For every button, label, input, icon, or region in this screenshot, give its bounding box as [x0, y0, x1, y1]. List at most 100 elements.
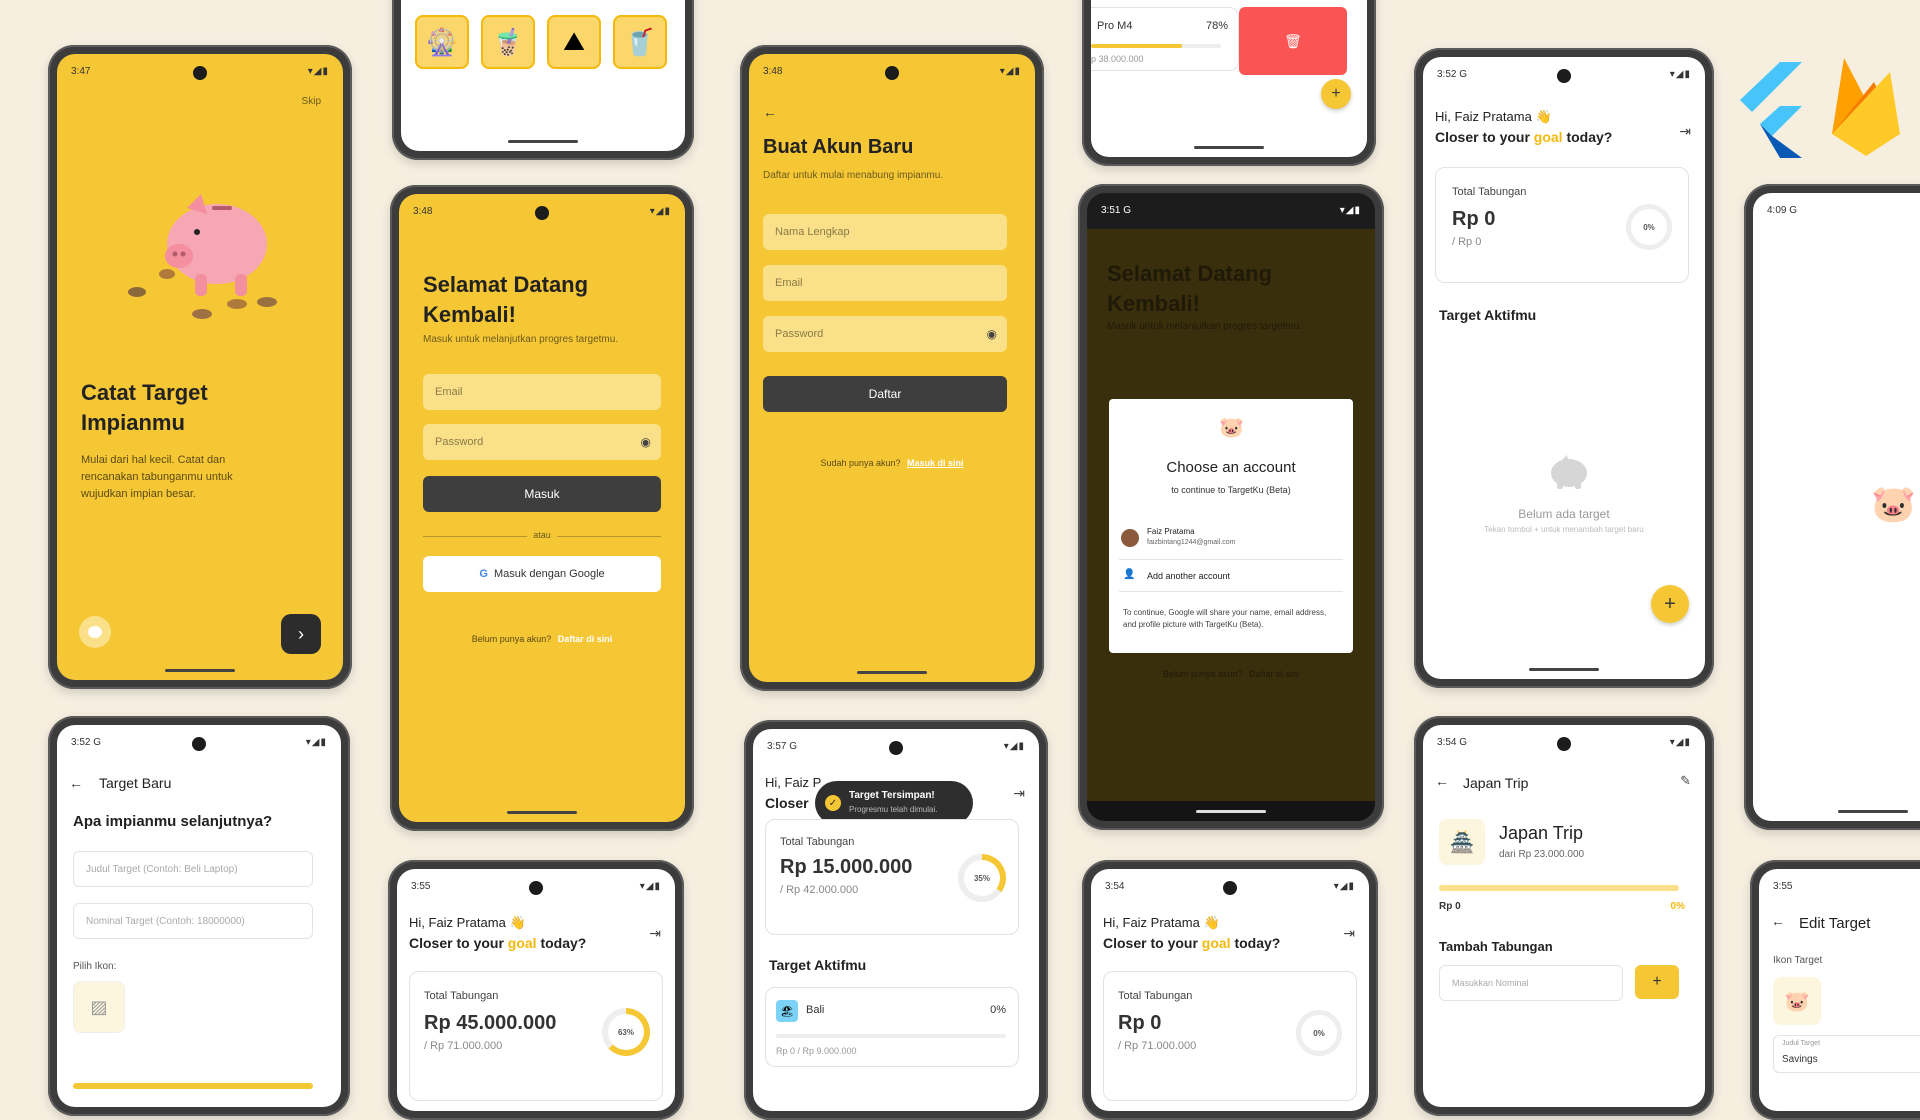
target-icon[interactable]: 🐷	[1773, 977, 1821, 1025]
phone-splash-partial: 4:09 G 🐷	[1744, 184, 1920, 830]
wave-icon: 👋	[1535, 109, 1552, 124]
account-chooser-dialog: 🐷 Choose an account to continue to Targe…	[1109, 399, 1353, 653]
home-indicator	[507, 811, 577, 814]
question-goal: goal	[1201, 935, 1231, 951]
next-button[interactable]: ›	[281, 614, 321, 654]
status-icons: ▾◢▮	[1339, 204, 1361, 216]
back-arrow-icon[interactable]: ←	[1771, 913, 1785, 929]
add-target-fab[interactable]: +	[1321, 79, 1351, 109]
empty-title: Belum ada target	[1518, 507, 1610, 521]
app-logo-icon	[79, 616, 111, 648]
phone-icon-picker-partial: 🎡 🧋 ⛰ 🥤	[392, 0, 694, 160]
onboarding-title-line1: Catat Target	[81, 380, 208, 405]
edit-pencil-icon[interactable]: ✎	[1680, 773, 1691, 789]
target-from: dari Rp 23.000.000	[1499, 849, 1585, 860]
skip-link[interactable]: Skip	[302, 96, 321, 107]
status-time: 3:57 G	[767, 740, 798, 752]
login-link[interactable]: Masuk di sini	[907, 458, 964, 468]
question-post: today?	[1562, 129, 1613, 145]
target-card-partial[interactable]: Pro M4 78% p 38.000.000	[1091, 7, 1239, 71]
name-input[interactable]: Nama Lengkap	[763, 214, 1007, 250]
toast-title: Target Tersimpan!	[849, 790, 935, 801]
add-account-label: Add another account	[1147, 571, 1231, 581]
back-arrow-icon[interactable]: ←	[763, 104, 777, 120]
target-progress-bar	[776, 1034, 1006, 1038]
account-item[interactable]: Faiz Pratama faizbintang1244@gmail.com	[1119, 523, 1343, 560]
status-icons: ▾◢▮	[999, 65, 1021, 77]
eye-icon[interactable]: ◉	[641, 435, 651, 449]
milkshake-icon[interactable]: 🥤	[613, 15, 667, 69]
status-time: 3:52 G	[1437, 68, 1468, 80]
or-divider: atau	[423, 530, 661, 542]
phone-account-chooser: 3:51 G ▾◢▮ Selamat Datang Kembali! Masuk …	[1078, 184, 1384, 830]
mountain-icon[interactable]: ⛰	[547, 15, 601, 69]
phone-delete-partial: Pro M4 78% p 38.000.000 🗑 +	[1082, 0, 1376, 166]
logout-icon[interactable]: ⇥	[1679, 123, 1691, 140]
logout-icon[interactable]: ⇥	[649, 925, 661, 942]
add-image-icon[interactable]: ▨	[73, 981, 125, 1033]
piggy-bank-icon	[1547, 453, 1591, 501]
logout-icon[interactable]: ⇥	[1343, 925, 1355, 942]
add-account-item[interactable]: 👤 Add another account	[1119, 563, 1343, 592]
google-login-button[interactable]: G Masuk dengan Google	[423, 556, 661, 592]
phone-new-target: 3:52 G ▾◢▮ ← Target Baru Apa impianmu sel…	[48, 716, 350, 1116]
beach-icon: 🏖	[776, 1000, 798, 1022]
password-input[interactable]: Password ◉	[423, 424, 661, 460]
phone-onboarding: 3:47 ▾◢▮ Skip Catat Target Impianmu Mula…	[48, 45, 352, 689]
password-placeholder: Password	[775, 328, 824, 340]
target-title: Japan Trip	[1499, 823, 1584, 843]
phone-edit-target: 3:55 ← Edit Target Ikon Target 🐷 Judul T…	[1750, 860, 1920, 1120]
back-arrow-icon[interactable]: ←	[69, 775, 83, 791]
email-input[interactable]: Email	[423, 374, 661, 410]
savings-card: Total Tabungan Rp 15.000.000 / Rp 42.000…	[765, 819, 1019, 935]
email-input[interactable]: Email	[763, 265, 1007, 301]
target-card-bali[interactable]: 🏖 Bali 0% Rp 0 / Rp 9.000.000	[765, 987, 1019, 1067]
status-time: 3:51 G	[1101, 204, 1132, 216]
eye-icon[interactable]: ◉	[987, 327, 997, 341]
chooser-title: Choose an account	[1166, 459, 1296, 476]
or-text: atau	[527, 530, 557, 540]
target-progress-bar	[1439, 885, 1679, 891]
question-goal: goal	[1533, 129, 1563, 145]
progress-ring: 35%	[958, 854, 1006, 902]
question-post: today?	[1230, 935, 1281, 951]
active-targets-heading: Target Aktifmu	[769, 957, 867, 973]
status-time: 3:55	[411, 880, 431, 892]
title-field[interactable]: Judul Target Savings	[1773, 1035, 1920, 1073]
savings-label: Total Tabungan	[1118, 990, 1193, 1002]
login-subtitle: Masuk untuk melanjutkan progres targetmu…	[423, 334, 619, 345]
account-name: Faiz Pratama	[1147, 527, 1195, 536]
firebase-logo	[1826, 52, 1906, 160]
question-goal: goal	[507, 935, 537, 951]
register-link[interactable]: Daftar di sini	[558, 634, 613, 644]
home-indicator	[1194, 146, 1264, 149]
target-card-sub: p 38.000.000	[1091, 54, 1144, 64]
phone-home-55: 3:55 ▾◢▮ Hi, Faiz Pratama 👋 Closer to you…	[388, 860, 684, 1120]
progress-ring: 0%	[1296, 1010, 1342, 1056]
greeting: Hi, Faiz Pratama 👋	[1435, 109, 1552, 125]
login-button[interactable]: Masuk	[423, 476, 661, 512]
saved-percent: 0%	[1670, 901, 1685, 912]
screen-title: Target Baru	[99, 775, 172, 791]
login-title-line1: Selamat Datang	[423, 272, 589, 297]
savings-label: Total Tabungan	[424, 990, 499, 1002]
delete-button[interactable]: 🗑	[1239, 7, 1347, 75]
password-input[interactable]: Password ◉	[763, 316, 1007, 352]
drink-icon[interactable]: 🧋	[481, 15, 535, 69]
status-icons: ▾◢▮	[639, 880, 661, 892]
register-button[interactable]: Daftar	[763, 376, 1007, 412]
japan-icon: 🏯	[1439, 819, 1485, 865]
title-input[interactable]: Judul Target (Contoh: Beli Laptop)	[73, 851, 313, 887]
back-arrow-icon[interactable]: ←	[1435, 773, 1449, 789]
save-button-partial[interactable]	[73, 1083, 313, 1089]
status-icons: ▾◢▮	[1003, 740, 1025, 752]
onboarding-title-line2: Impianmu	[81, 410, 185, 435]
savings-card: Total Tabungan Rp 0 / Rp 0 0%	[1435, 167, 1689, 283]
amount-input[interactable]: Nominal Target (Contoh: 18000000)	[73, 903, 313, 939]
add-target-fab[interactable]: +	[1651, 585, 1689, 623]
chevron-right-icon: ›	[298, 623, 304, 644]
add-savings-button[interactable]: +	[1635, 965, 1679, 999]
logout-icon[interactable]: ⇥	[1013, 785, 1025, 802]
amount-input[interactable]: Masukkan Nominal	[1439, 965, 1623, 1001]
ferris-wheel-icon[interactable]: 🎡	[415, 15, 469, 69]
